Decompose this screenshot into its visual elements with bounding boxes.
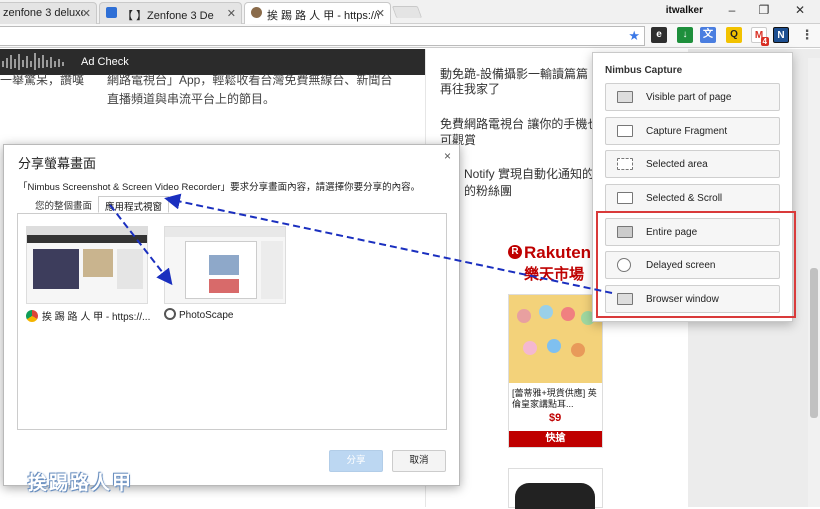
annotation-arrows: [109, 193, 613, 294]
arrow-to-window-thumb: [109, 204, 173, 286]
watermark: 挨踢路人甲: [28, 473, 134, 494]
arrow-to-apps-tab: [164, 193, 613, 294]
